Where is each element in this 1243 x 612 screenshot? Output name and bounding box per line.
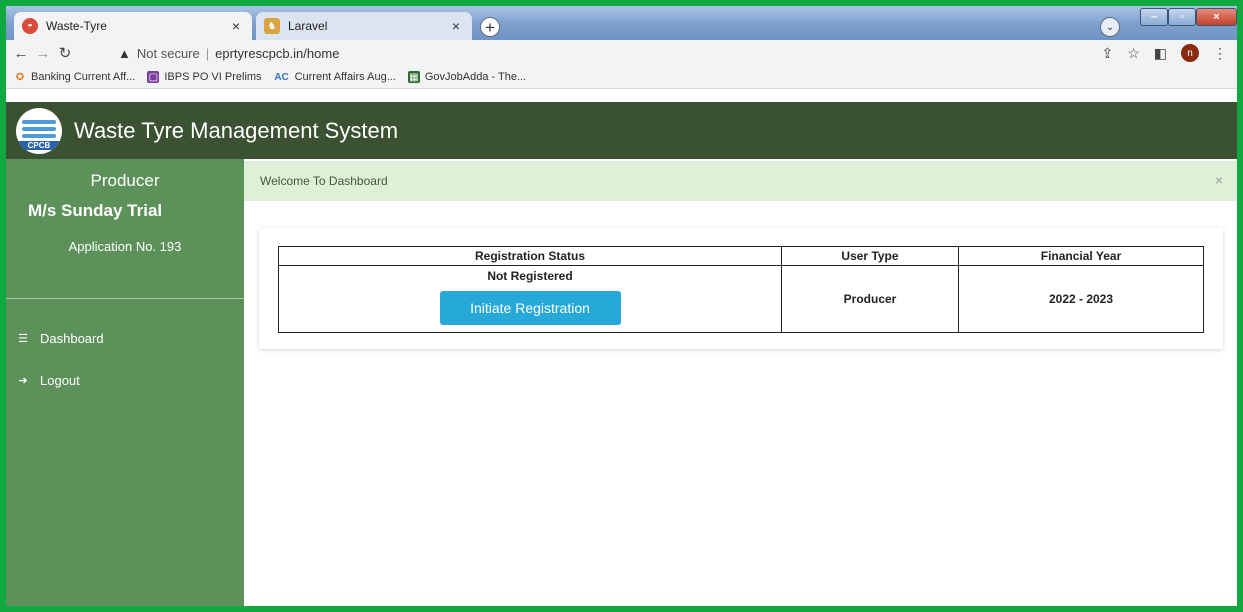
address-separator: | [205,45,210,61]
logo-wave [22,119,56,124]
waste-tyre-favicon-icon: ◓ [22,18,38,34]
govjobadda-icon: ▦ [407,71,420,83]
bookmark-label: Current Affairs Aug... [294,71,396,83]
maximize-button[interactable]: ▫ [1168,8,1196,26]
logo-text: CPCB [16,140,62,150]
close-tab-icon[interactable]: × [228,18,244,34]
tab-laravel[interactable]: ♞ Laravel × [256,12,472,40]
ac-logo-icon: AC [274,71,289,83]
sidebar-item-label: Logout [40,372,80,388]
share-icon[interactable]: ⇪ [1101,45,1113,62]
close-tab-icon[interactable]: × [448,18,464,34]
address-bar[interactable]: ▲ Not secure | eprtyrescpcb.in/home [118,42,1053,64]
cell-user-type: Producer [781,265,959,333]
bookmark-label: Banking Current Aff... [31,71,136,83]
status-text: Not Registered [487,269,573,283]
ibps-icon: ▢ [147,71,160,83]
forward-arrow-icon[interactable]: → [32,45,54,62]
cell-registration-status: Not Registered Initiate Registration [278,265,782,333]
security-label: Not secure [136,45,200,61]
tab-title: Laravel [288,19,328,33]
tab-search-icon[interactable]: ⌄ [1100,17,1120,37]
ribbon-icon: ✪ [15,71,25,83]
screenshot-frame: ◓ Waste-Tyre × ♞ Laravel × + ⌄ – ▫ × ← →… [6,6,1237,606]
table-row: Not Registered Initiate Registration Pro… [278,265,1204,333]
sidebar-nav: ☰ Dashboard ➜ Logout [6,327,244,411]
logo-wave [22,126,56,131]
sidebar-divider [6,298,244,299]
close-window-button[interactable]: × [1196,8,1237,26]
col-financial-year: Financial Year [958,246,1204,266]
sidebar-item-logout[interactable]: ➜ Logout [6,369,244,391]
sidebar-item-dashboard[interactable]: ☰ Dashboard [6,327,244,349]
browser-toolbar: ← → ↻ ▲ Not secure | eprtyrescpcb.in/hom… [6,40,1237,66]
laravel-favicon-icon: ♞ [264,18,280,34]
bookmark-label: GovJobAdda - The... [424,71,527,83]
sidebar-item-label: Dashboard [40,330,104,346]
bookmark-govjobadda[interactable]: ▦ GovJobAdda - The... [407,71,527,83]
cell-financial-year: 2022 - 2023 [958,265,1204,333]
minimize-button[interactable]: – [1140,8,1168,26]
app-title: Waste Tyre Management System [74,117,399,143]
url-text: eprtyrescpcb.in/home [215,45,340,61]
reload-icon[interactable]: ↻ [54,44,76,62]
welcome-alert: Welcome To Dashboard × [244,161,1237,201]
warning-triangle-icon: ▲ [118,45,131,61]
back-arrow-icon[interactable]: ← [10,45,32,62]
bookmark-current-affairs[interactable]: AC Current Affairs Aug... [274,71,396,83]
bookmark-star-icon[interactable]: ☆ [1127,45,1140,62]
profile-avatar[interactable]: n [1181,44,1199,62]
col-user-type: User Type [781,246,959,266]
new-tab-button[interactable]: + [480,17,500,37]
sidebar: Producer M/s Sunday Trial Application No… [6,159,244,606]
main-content: Welcome To Dashboard × Registration Stat… [244,159,1237,606]
table-header-row: Registration Status User Type Financial … [278,246,1204,266]
bookmark-banking[interactable]: ✪ Banking Current Aff... [14,71,136,83]
bookmarks-bar: ✪ Banking Current Aff... ▢ IBPS PO VI Pr… [6,66,1237,89]
company-name: M/s Sunday Trial [28,201,163,220]
registration-table: Registration Status User Type Financial … [278,246,1204,333]
browser-titlebar: ◓ Waste-Tyre × ♞ Laravel × + ⌄ – ▫ × [6,6,1237,40]
registration-card: Registration Status User Type Financial … [259,228,1223,349]
app-header: CPCB Waste Tyre Management System [6,102,1237,159]
dashboard-icon: ☰ [18,332,28,345]
logo-wave [22,133,56,138]
cpcb-logo: CPCB [16,107,62,154]
user-role: Producer [90,171,160,190]
tab-title: Waste-Tyre [46,19,107,33]
bookmark-label: IBPS PO VI Prelims [164,71,262,83]
bookmark-ibps[interactable]: ▢ IBPS PO VI Prelims [147,71,262,83]
col-registration-status: Registration Status [278,246,782,266]
initiate-registration-button[interactable]: Initiate Registration [439,291,621,325]
application-number: Application No. 193 [68,239,182,254]
logout-arrow-icon: ➜ [18,374,28,387]
close-icon[interactable]: × [1215,172,1223,188]
side-panel-icon[interactable]: ◧ [1154,45,1167,62]
tab-waste-tyre[interactable]: ◓ Waste-Tyre × [14,12,252,40]
menu-kebab-icon[interactable]: ⋮ [1213,45,1227,62]
toolbar-actions: ⇪ ☆ ◧ n ⋮ [1101,40,1227,66]
alert-text: Welcome To Dashboard [260,174,388,188]
